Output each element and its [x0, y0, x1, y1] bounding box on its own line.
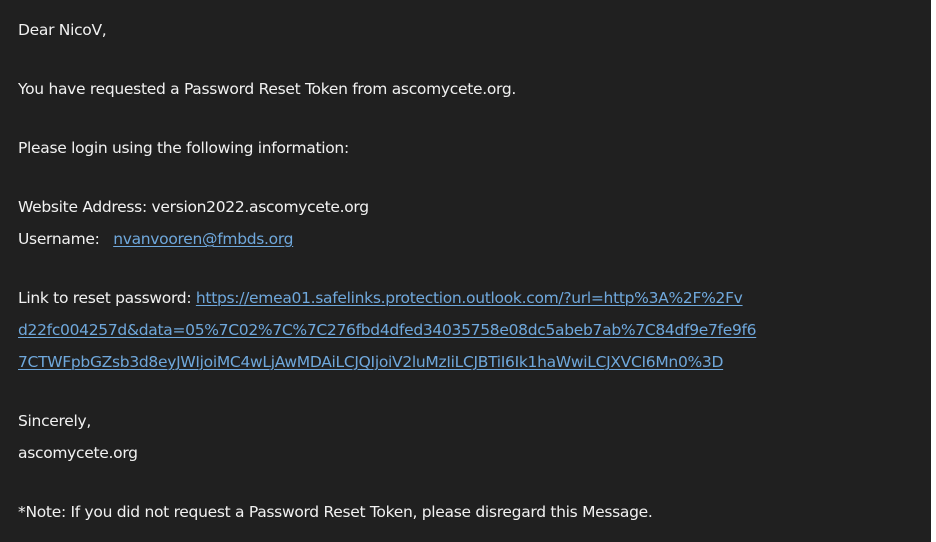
reset-link-continuation-2: 7CTWFpbGZsb3d8eyJWIjoiMC4wLjAwMDAiLCJQIj… — [18, 352, 723, 372]
username-line: Username: nvanvooren@fmbds.org — [18, 229, 294, 249]
instruction-text: Please login using the following informa… — [18, 139, 349, 157]
window-edge — [931, 0, 936, 542]
closing: Sincerely, — [18, 412, 92, 430]
intro-text: You have requested a Password Reset Toke… — [18, 80, 517, 98]
reset-password-link-part3[interactable]: 7CTWFpbGZsb3d8eyJWIjoiMC4wLjAwMDAiLCJQIj… — [18, 353, 723, 371]
username-email-link[interactable]: nvanvooren@fmbds.org — [113, 230, 293, 248]
reset-link-label: Link to reset password: — [18, 289, 192, 307]
website-address-label: Website Address: — [18, 198, 147, 216]
signature: ascomycete.org — [18, 444, 138, 462]
reset-password-link-part1[interactable]: https://emea01.safelinks.protection.outl… — [196, 289, 743, 307]
disclaimer-note: *Note: If you did not request a Password… — [18, 503, 653, 521]
reset-password-link-part2[interactable]: d22fc004257d&data=05%7C02%7C%7C276fbd4df… — [18, 321, 757, 339]
username-label: Username: — [18, 230, 100, 248]
website-address-value: version2022.ascomycete.org — [151, 198, 370, 216]
greeting: Dear NicoV, — [18, 21, 107, 39]
reset-link-continuation-1: d22fc004257d&data=05%7C02%7C%7C276fbd4df… — [18, 320, 757, 340]
email-body: Dear NicoV, You have requested a Passwor… — [0, 0, 931, 542]
website-address-line: Website Address: version2022.ascomycete.… — [18, 197, 369, 217]
reset-link-line: Link to reset password: https://emea01.s… — [18, 288, 743, 308]
